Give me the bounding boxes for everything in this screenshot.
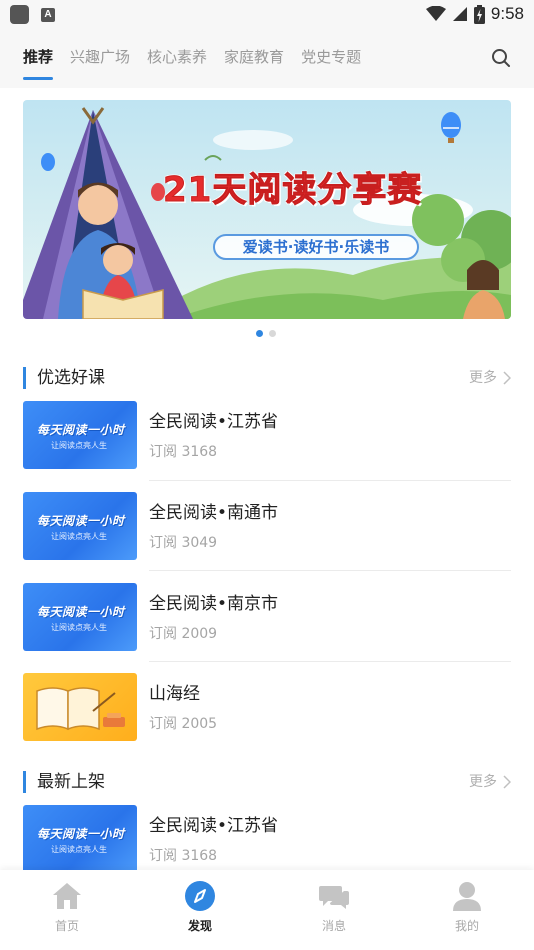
banner-pagination (256, 330, 276, 337)
list-divider (149, 661, 511, 662)
nav-profile[interactable]: 我的 (427, 880, 507, 940)
status-bar: A 9:58 (0, 0, 534, 30)
course-title: 山海经 (149, 684, 200, 704)
chat-icon (319, 886, 349, 909)
app-notification-icon (10, 5, 29, 24)
course-item[interactable]: 每天阅读一小时 让阅读点亮人生 全民阅读•南京市 订阅 2009 (23, 583, 511, 651)
user-icon (453, 882, 481, 911)
thumbnail-tagline: 让阅读点亮人生 (51, 441, 107, 450)
banner-title: 21天阅读分享赛 (162, 170, 423, 211)
banner-subtitle: 爱读书·读好书·乐读书 (213, 234, 419, 260)
course-thumbnail (23, 673, 137, 741)
nav-home[interactable]: 首页 (27, 880, 107, 940)
thumbnail-headline: 每天阅读一小时 (37, 827, 125, 841)
thumbnail-headline: 每天阅读一小时 (37, 605, 125, 619)
thumbnail-headline: 每天阅读一小时 (37, 514, 125, 528)
list-divider (149, 480, 511, 481)
thumbnail-tagline: 让阅读点亮人生 (51, 532, 107, 541)
more-link[interactable]: 更多 (469, 366, 511, 390)
thumbnail-headline: 每天阅读一小时 (37, 423, 125, 437)
section-header-new-arrivals: 最新上架 更多 (23, 770, 511, 794)
notification-icons: A (10, 5, 55, 24)
search-icon[interactable] (490, 47, 512, 69)
subscription-count: 订阅 3168 (149, 848, 218, 864)
system-indicators: 9:58 (425, 4, 524, 24)
cellular-signal-icon (452, 7, 467, 21)
more-label: 更多 (469, 774, 497, 790)
section-header-featured: 优选好课 更多 (23, 366, 511, 390)
course-item[interactable]: 每天阅读一小时 让阅读点亮人生 全民阅读•江苏省 订阅 3168 (23, 805, 511, 870)
pagination-dot-active (256, 330, 263, 337)
course-title: 全民阅读•南通市 (149, 503, 279, 523)
chevron-right-icon (503, 775, 511, 789)
course-item[interactable]: 每天阅读一小时 让阅读点亮人生 全民阅读•南通市 订阅 3049 (23, 492, 511, 560)
course-title: 全民阅读•江苏省 (149, 412, 279, 432)
nav-messages[interactable]: 消息 (294, 880, 374, 940)
tab-family-education[interactable]: 家庭教育 (224, 47, 284, 67)
course-thumbnail: 每天阅读一小时 让阅读点亮人生 (23, 492, 137, 560)
bottom-navigation: 首页 发现 消息 我的 (0, 870, 534, 950)
nav-label: 发现 (187, 919, 212, 933)
course-item[interactable]: 山海经 订阅 2005 (23, 673, 511, 741)
course-thumbnail: 每天阅读一小时 让阅读点亮人生 (23, 401, 137, 469)
section-accent-bar (23, 367, 26, 389)
category-tab-bar: 推荐 兴趣广场 核心素养 家庭教育 党史专题 (0, 30, 534, 88)
nav-discover[interactable]: 发现 (160, 880, 240, 940)
tab-party-history[interactable]: 党史专题 (301, 47, 361, 67)
promo-banner[interactable]: 21天阅读分享赛 爱读书·读好书·乐读书 (23, 100, 511, 319)
subscription-count: 订阅 2005 (149, 716, 218, 732)
section-title: 最新上架 (37, 772, 105, 792)
wifi-icon (425, 6, 446, 21)
more-link[interactable]: 更多 (469, 770, 511, 794)
home-icon (53, 883, 81, 909)
thumbnail-tagline: 让阅读点亮人生 (51, 845, 107, 854)
more-label: 更多 (469, 370, 497, 386)
course-title: 全民阅读•江苏省 (149, 816, 279, 836)
section-title: 优选好课 (37, 368, 105, 388)
course-thumbnail: 每天阅读一小时 让阅读点亮人生 (23, 805, 137, 870)
chevron-right-icon (503, 371, 511, 385)
subscription-count: 订阅 3168 (149, 444, 218, 460)
tab-interest-square[interactable]: 兴趣广场 (70, 47, 130, 67)
clock: 9:58 (490, 4, 524, 23)
font-app-icon: A (41, 7, 55, 22)
pagination-dot (269, 330, 276, 337)
tab-core-literacy[interactable]: 核心素养 (147, 47, 207, 67)
tab-recommend[interactable]: 推荐 (23, 47, 54, 80)
subscription-count: 订阅 2009 (149, 626, 218, 642)
course-title: 全民阅读•南京市 (149, 594, 279, 614)
course-thumbnail: 每天阅读一小时 让阅读点亮人生 (23, 583, 137, 651)
tab-list: 推荐 兴趣广场 核心素养 家庭教育 党史专题 (23, 47, 361, 80)
subscription-count: 订阅 3049 (149, 535, 218, 551)
battery-charging-icon (473, 4, 485, 24)
nav-label: 首页 (54, 919, 79, 933)
open-book-illustration (36, 687, 125, 731)
section-accent-bar (23, 771, 26, 793)
compass-icon (185, 881, 215, 911)
course-item[interactable]: 每天阅读一小时 让阅读点亮人生 全民阅读•江苏省 订阅 3168 (23, 401, 511, 469)
thumbnail-tagline: 让阅读点亮人生 (51, 623, 107, 632)
nav-label: 消息 (321, 919, 346, 933)
nav-label: 我的 (454, 919, 479, 933)
list-divider (149, 570, 511, 571)
